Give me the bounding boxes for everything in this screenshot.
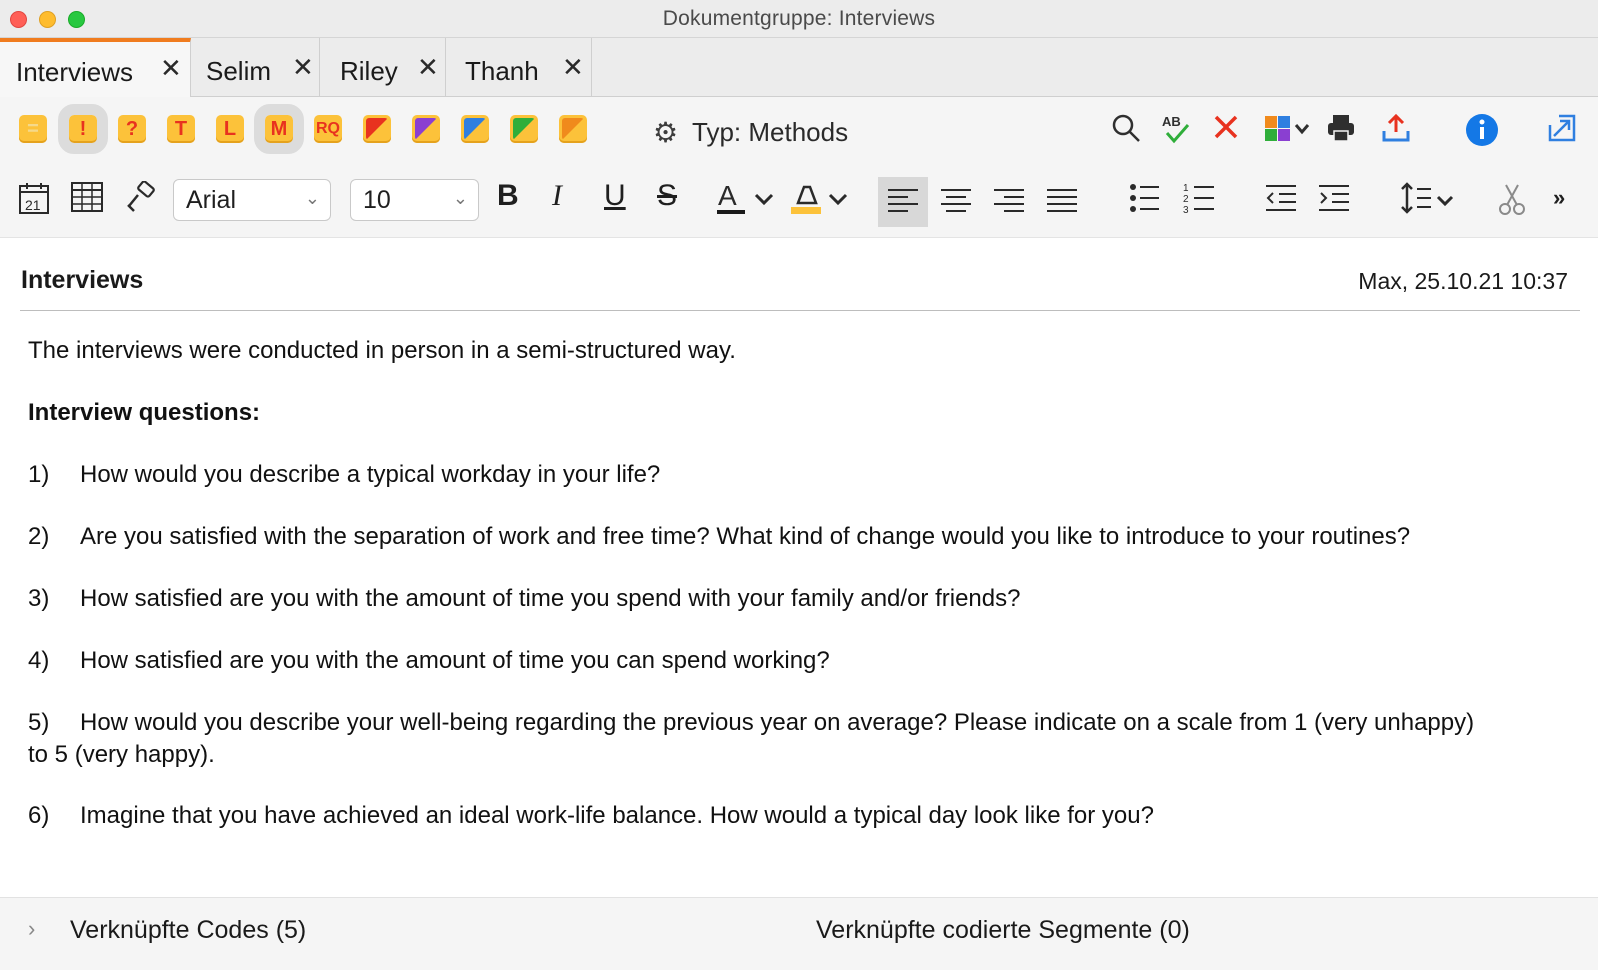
tab-label: Selim	[206, 56, 272, 86]
chevron-down-icon: ⌄	[304, 188, 320, 208]
align-center-button[interactable]	[931, 177, 981, 227]
tab-label: Thanh	[465, 56, 539, 86]
title-bar: Dokumentgruppe: Interviews	[0, 0, 1598, 38]
question-item: 5) How would you describe your well-being…	[28, 709, 1475, 768]
toolbar-area: = ! ? T L M RQ ⚙ Typ: Methods AB 21 Aria…	[0, 97, 1598, 238]
align-left-button[interactable]	[878, 177, 928, 227]
linked-segments-label[interactable]: Verknüpfte codierte Segmente (0)	[816, 916, 1190, 945]
italic-button[interactable]: I	[552, 179, 562, 213]
document-meta: Max, 25.10.21 10:37	[1358, 268, 1568, 294]
numbered-list-icon[interactable]: 123	[1183, 181, 1215, 222]
tab-close-icon[interactable]: ✕	[160, 53, 182, 84]
research-question-memo-icon[interactable]: RQ	[314, 115, 342, 143]
search-icon[interactable]	[1111, 113, 1141, 151]
scissors-icon[interactable]	[1497, 183, 1527, 222]
chevron-down-icon: ⌄	[452, 188, 468, 208]
font-family-select[interactable]: Arial ⌄	[173, 179, 331, 221]
question-item: 6) Imagine that you have achieved an idea…	[28, 802, 1154, 829]
tab-close-icon[interactable]: ✕	[292, 52, 314, 83]
blue-memo-icon[interactable]	[461, 115, 489, 143]
theory-memo-icon[interactable]: T	[167, 115, 195, 143]
code-link-icon[interactable]	[1263, 113, 1313, 152]
literature-memo-icon[interactable]: L	[216, 115, 244, 143]
svg-text:21: 21	[25, 197, 41, 213]
bulleted-list-icon[interactable]	[1130, 183, 1160, 220]
intro-paragraph: The interviews were conducted in person …	[28, 337, 736, 364]
strikethrough-button[interactable]: S	[657, 179, 677, 213]
memo-type-label[interactable]: Typ: Methods	[692, 117, 848, 148]
tab-close-icon[interactable]: ✕	[562, 52, 584, 83]
table-icon[interactable]	[71, 181, 103, 220]
question-memo-icon[interactable]: ?	[118, 115, 146, 143]
methods-memo-icon[interactable]: M	[254, 104, 304, 154]
format-painter-icon[interactable]	[125, 180, 157, 220]
document-title: Interviews	[21, 266, 144, 294]
delete-icon[interactable]	[1212, 113, 1240, 148]
align-right-button[interactable]	[984, 177, 1034, 227]
font-color-icon[interactable]: A	[716, 179, 778, 224]
memo-icon[interactable]: =	[19, 115, 47, 143]
svg-text:1: 1	[1183, 183, 1189, 194]
highlight-color-icon[interactable]	[790, 179, 852, 224]
svg-text:AB: AB	[1162, 114, 1181, 129]
svg-text:A: A	[718, 180, 737, 211]
svg-text:3: 3	[1183, 205, 1189, 215]
questions-heading: Interview questions:	[28, 399, 261, 426]
svg-text:2: 2	[1183, 194, 1189, 205]
purple-memo-icon[interactable]	[412, 115, 440, 143]
tab-thanh[interactable]: Thanh ✕	[446, 38, 592, 97]
tab-bar: Interviews ✕ Selim ✕ Riley ✕ Thanh ✕	[0, 38, 1598, 98]
tab-label: Riley	[340, 56, 398, 86]
tab-close-icon[interactable]: ✕	[417, 52, 439, 83]
gear-icon[interactable]: ⚙	[653, 116, 678, 149]
spellcheck-icon[interactable]: AB	[1160, 113, 1192, 152]
more-tools-button[interactable]: »	[1553, 185, 1565, 211]
bold-button[interactable]: B	[497, 179, 519, 213]
font-size-select[interactable]: 10 ⌄	[350, 179, 479, 221]
info-icon[interactable]	[1465, 113, 1499, 154]
underline-button[interactable]: U	[604, 179, 626, 213]
linked-codes-toggle[interactable]: Verknüpfte Codes (5)	[70, 916, 306, 945]
window-title: Dokumentgruppe: Interviews	[662, 7, 936, 30]
outdent-icon[interactable]	[1265, 183, 1297, 220]
linked-items-footer: › Verknüpfte Codes (5) Verknüpfte codier…	[0, 897, 1598, 970]
calendar-icon[interactable]: 21	[18, 181, 50, 222]
question-item: 2) Are you satisfied with the separation …	[28, 523, 1411, 550]
question-item: 4) How satisfied are you with the amount …	[28, 647, 830, 674]
align-justify-button[interactable]	[1037, 177, 1087, 227]
divider	[20, 310, 1580, 311]
open-window-icon[interactable]	[1547, 113, 1577, 150]
export-icon[interactable]	[1381, 113, 1411, 150]
question-item: 3) How satisfied are you with the amount …	[28, 585, 1021, 612]
print-icon[interactable]	[1326, 113, 1356, 150]
tab-label: Interviews	[16, 57, 134, 87]
green-memo-icon[interactable]	[510, 115, 538, 143]
orange-memo-icon[interactable]	[559, 115, 587, 143]
line-spacing-icon[interactable]	[1400, 181, 1460, 222]
red-memo-icon[interactable]	[363, 115, 391, 143]
question-item: 1) How would you describe a typical workd…	[28, 461, 661, 488]
tab-riley[interactable]: Riley ✕	[320, 38, 446, 97]
tab-selim[interactable]: Selim ✕	[191, 38, 320, 97]
chevron-right-icon[interactable]: ›	[28, 916, 35, 942]
indent-icon[interactable]	[1318, 183, 1350, 220]
important-memo-icon[interactable]: !	[58, 104, 108, 154]
tab-interviews[interactable]: Interviews ✕	[0, 38, 191, 98]
